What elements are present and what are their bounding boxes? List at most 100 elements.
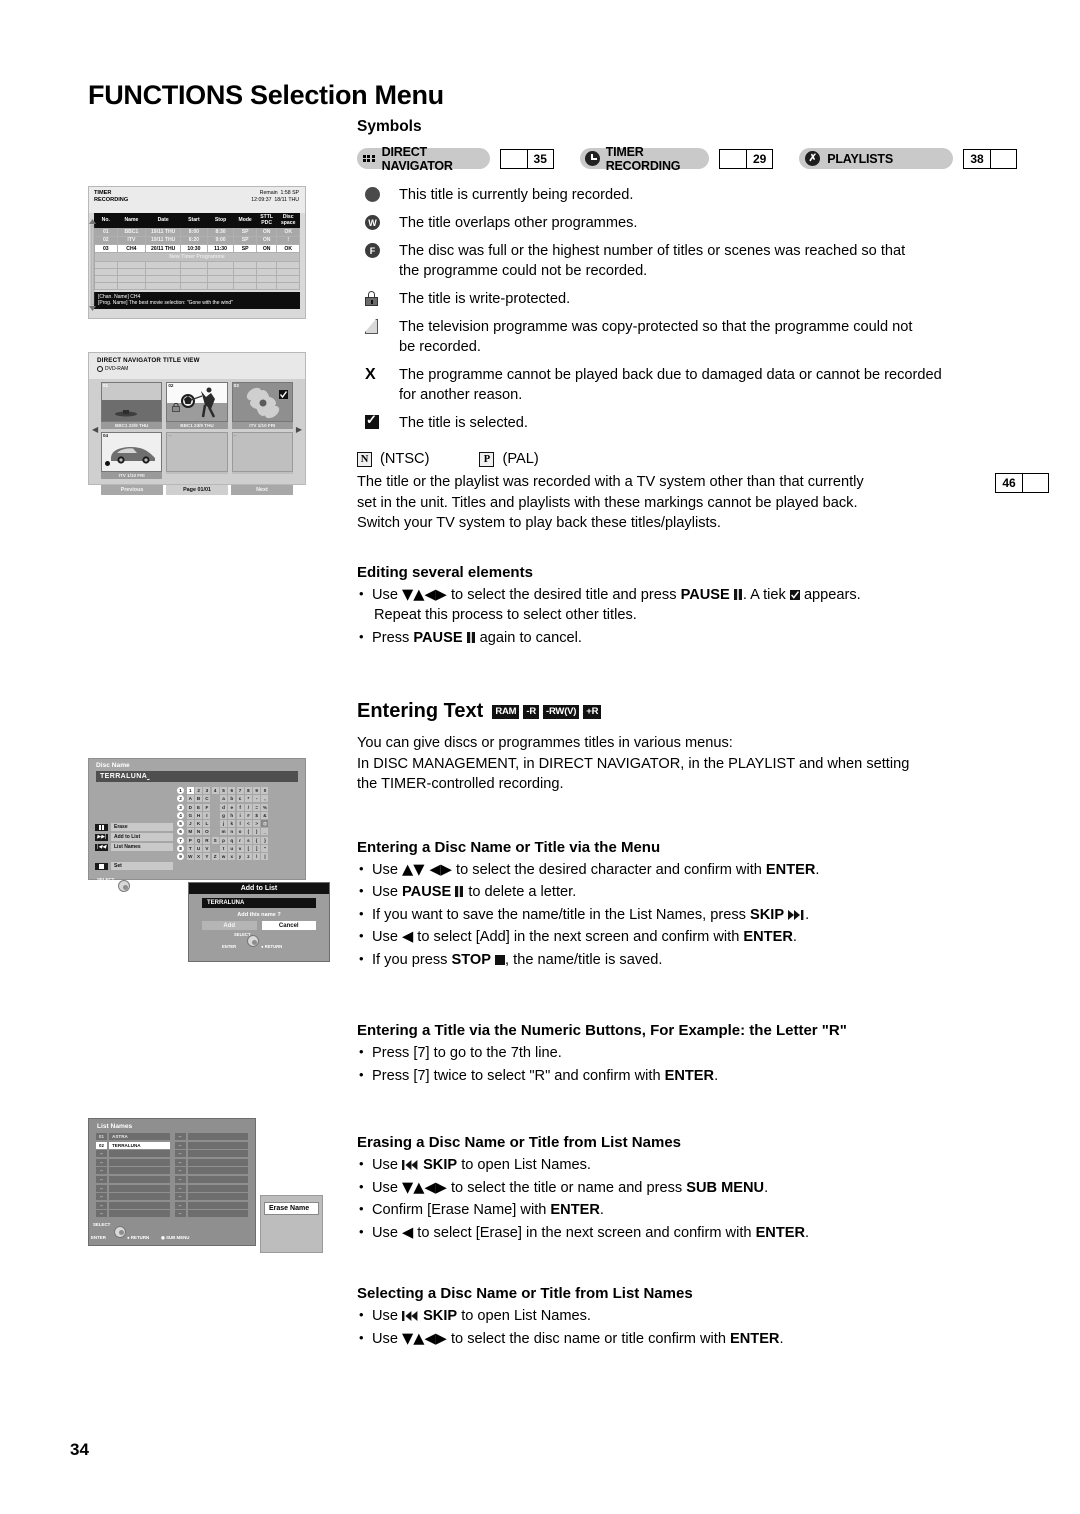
char-cell[interactable]: G [186, 811, 194, 819]
char-cell[interactable]: c [236, 795, 244, 803]
row-number[interactable]: 3 [177, 803, 184, 811]
char-cell[interactable]: V [203, 845, 211, 853]
list-item[interactable]: -- [96, 1193, 170, 1201]
list-item[interactable]: -- [96, 1150, 170, 1158]
char-cell[interactable]: U [195, 845, 203, 853]
char-cell[interactable]: O [203, 828, 211, 836]
erase-shortcut[interactable]: Erase [95, 823, 173, 831]
char-cell[interactable]: 1 [186, 787, 194, 794]
char-cell[interactable] [211, 820, 219, 828]
char-cell[interactable]: J [186, 820, 194, 828]
row-number[interactable]: 8 [177, 845, 184, 853]
char-cell[interactable]: 6 [228, 787, 236, 794]
list-item[interactable]: -- [174, 1175, 248, 1183]
table-row[interactable] [94, 267, 300, 276]
char-cell[interactable]: < [244, 820, 252, 828]
set-shortcut[interactable]: Set [95, 862, 173, 870]
char-cell[interactable]: b [228, 795, 236, 803]
list-item[interactable]: 02 BBC1 23/9 THU [166, 382, 228, 429]
list-item[interactable]: -- [174, 1201, 248, 1209]
char-cell[interactable]: 3 [203, 787, 211, 794]
char-cell[interactable]: n [228, 828, 236, 836]
char-cell[interactable]: " [261, 845, 269, 853]
list-item[interactable]: 03 ITV 1/10 FRI [231, 382, 293, 429]
char-cell[interactable]: } [261, 836, 269, 844]
page-ref-46[interactable]: 46 [995, 473, 1049, 493]
char-cell[interactable]: q [228, 836, 236, 844]
char-cell[interactable]: _ [261, 828, 269, 836]
char-cell[interactable]: m [219, 828, 227, 836]
table-row[interactable] [94, 260, 300, 269]
char-cell[interactable]: u [228, 845, 236, 853]
char-cell[interactable]: h [228, 811, 236, 819]
list-item[interactable]: -- [96, 1175, 170, 1183]
char-cell[interactable] [211, 795, 219, 803]
char-cell[interactable]: D [186, 803, 194, 811]
row-number[interactable]: 6 [177, 828, 184, 836]
char-cell[interactable]: d [219, 803, 227, 811]
page-ref-38[interactable]: 38 [963, 148, 1017, 169]
previous-button[interactable]: Previous [101, 485, 163, 495]
char-cell[interactable]: , [261, 795, 269, 803]
list-item[interactable]: -- [174, 1184, 248, 1192]
table-row[interactable]: 01 BBC1 19/11 THU 8:00 8:30 SP ON OK [94, 227, 300, 237]
list-names-shortcut[interactable]: |◀◀ List Names [95, 843, 173, 851]
list-item[interactable]: -- [96, 1167, 170, 1175]
char-cell[interactable]: > [253, 820, 261, 828]
char-cell[interactable]: 9 [253, 787, 261, 794]
list-item[interactable]: -- [174, 1210, 248, 1218]
list-item[interactable]: -- [174, 1158, 248, 1166]
char-cell[interactable]: o [236, 828, 244, 836]
char-cell[interactable]: 5 [219, 787, 227, 794]
char-cell[interactable]: p [219, 836, 227, 844]
char-cell[interactable]: = [253, 803, 261, 811]
table-row[interactable]: 02 ITV 19/11 THU 8:20 9:00 SP ON ! [94, 235, 300, 245]
char-cell[interactable]: ] [253, 845, 261, 853]
char-cell[interactable]: t [219, 845, 227, 853]
list-item[interactable]: -- [231, 432, 293, 479]
char-cell[interactable]: z [244, 853, 252, 861]
char-cell[interactable]: 4 [211, 787, 219, 794]
row-number[interactable]: 9 [177, 853, 184, 861]
char-cell[interactable]: @ [261, 820, 269, 828]
list-item[interactable]: -- [96, 1184, 170, 1192]
char-cell[interactable]: e [228, 803, 236, 811]
table-row[interactable] [94, 281, 300, 290]
row-number[interactable]: 4 [177, 811, 184, 819]
list-item[interactable]: -- [174, 1133, 248, 1140]
list-item[interactable]: -- [174, 1167, 248, 1175]
list-item[interactable]: -- [96, 1158, 170, 1166]
char-cell[interactable]: 8 [244, 787, 252, 794]
char-cell[interactable]: k [228, 820, 236, 828]
char-cell[interactable]: * [244, 795, 252, 803]
char-cell[interactable]: ( [244, 828, 252, 836]
add-to-list-shortcut[interactable]: ▶▶| Add to List [95, 833, 173, 841]
table-row[interactable] [94, 274, 300, 283]
list-item[interactable]: 01 BBC1 23/9 THU [101, 382, 163, 429]
char-cell[interactable]: & [261, 811, 269, 819]
char-cell[interactable] [211, 811, 219, 819]
right-arrow-icon[interactable]: ▶ [296, 425, 302, 434]
char-cell[interactable]: S [211, 836, 219, 844]
left-arrow-icon[interactable]: ◀ [92, 425, 98, 434]
char-cell[interactable] [211, 803, 219, 811]
list-item[interactable]: 01 ASTRA [96, 1133, 170, 1140]
next-button[interactable]: Next [231, 485, 293, 495]
char-cell[interactable]: - [253, 795, 261, 803]
list-item[interactable]: -- [96, 1210, 170, 1218]
char-cell[interactable]: C [203, 795, 211, 803]
list-item[interactable]: -- [174, 1150, 248, 1158]
char-cell[interactable]: f [236, 803, 244, 811]
char-cell[interactable]: | [261, 853, 269, 861]
char-cell[interactable]: l [236, 820, 244, 828]
char-cell[interactable]: F [203, 803, 211, 811]
char-cell[interactable]: X [195, 853, 203, 861]
new-timer-programme-row[interactable]: New Timer Programme [94, 252, 300, 262]
timer-scrollbar[interactable] [89, 219, 96, 311]
row-number[interactable]: 7 [177, 836, 184, 844]
char-cell[interactable]: H [195, 811, 203, 819]
char-cell[interactable]: [ [244, 845, 252, 853]
char-cell[interactable]: M [186, 828, 194, 836]
char-cell[interactable]: y [236, 853, 244, 861]
char-cell[interactable]: 0 [261, 787, 269, 794]
